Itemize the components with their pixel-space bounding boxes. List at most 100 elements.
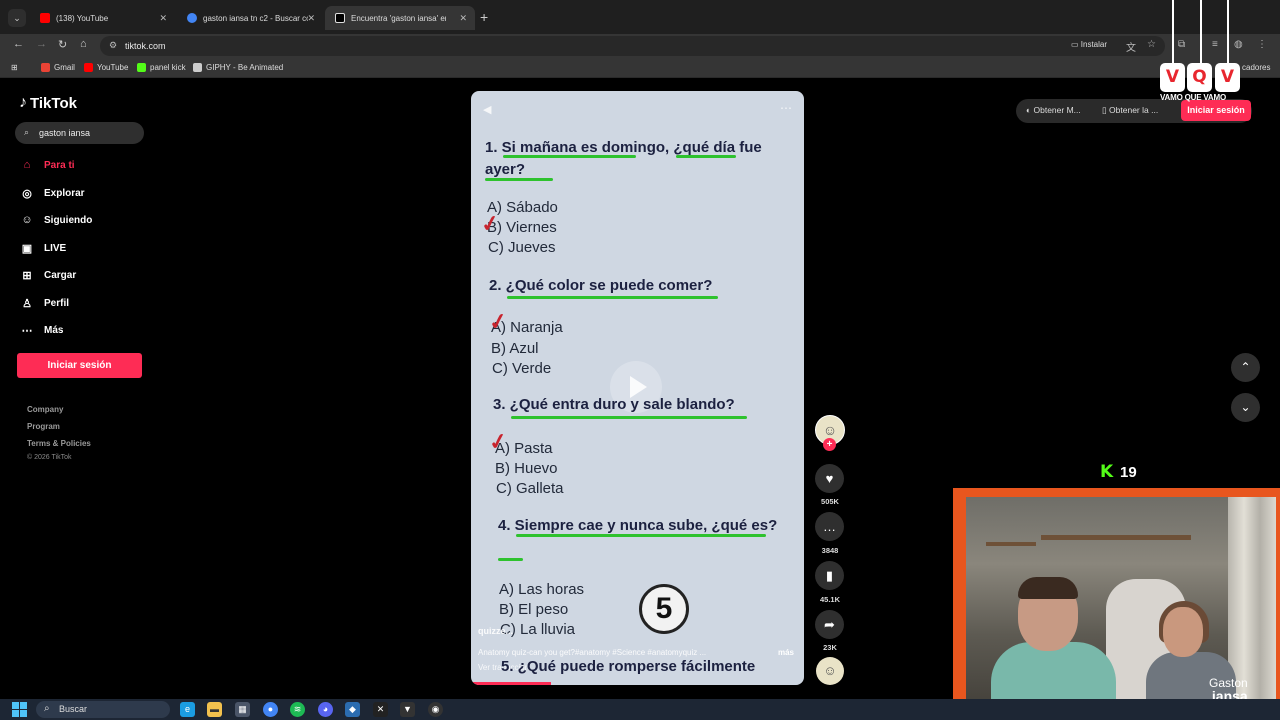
install-button[interactable]: ▭ Instalar bbox=[1071, 40, 1107, 49]
nav-live[interactable]: ▣ LIVE bbox=[20, 240, 66, 256]
checkmark-icon: ✓ bbox=[486, 307, 510, 336]
search-input[interactable]: ⌕ gaston iansa bbox=[15, 122, 144, 144]
quiz-question: 3. ¿Qué entra duro y sale blando? bbox=[493, 396, 735, 413]
nav-siguiendo[interactable]: ☺ Siguiendo bbox=[20, 212, 92, 228]
nav-explorar[interactable]: ◎ Explorar bbox=[20, 185, 84, 201]
video-progress[interactable] bbox=[471, 682, 551, 685]
discord-icon[interactable]: ◕ bbox=[318, 702, 333, 717]
app-icon[interactable]: ◆ bbox=[345, 702, 360, 717]
store-icon[interactable]: ▦ bbox=[235, 702, 250, 717]
like-button[interactable]: ♥ bbox=[815, 464, 844, 493]
footer-terms[interactable]: Terms & Policies bbox=[27, 439, 91, 448]
more-options-icon[interactable]: ⋯ bbox=[780, 101, 792, 115]
nav-para-ti[interactable]: ⌂ Para ti bbox=[20, 157, 75, 173]
share-icon: ➦ bbox=[824, 617, 835, 632]
home-icon: ⌂ bbox=[23, 159, 31, 171]
chrome-icon[interactable]: ● bbox=[263, 702, 278, 717]
comment-icon: … bbox=[823, 519, 836, 534]
tab-google[interactable]: gaston iansa tn c2 - Buscar con ✕ bbox=[177, 6, 323, 30]
copyright: © 2026 TikTok bbox=[27, 454, 72, 461]
save-count: 45.1K bbox=[819, 595, 840, 604]
follow-plus-icon[interactable]: + bbox=[823, 438, 836, 451]
bookmarks-more[interactable]: cadores bbox=[1242, 63, 1270, 72]
more-link[interactable]: más bbox=[778, 648, 794, 657]
live-icon: ▣ bbox=[21, 242, 33, 255]
new-tab-icon[interactable]: + bbox=[480, 9, 488, 25]
video-player[interactable]: ◀ ⋯ 1. Si mañana es domingo, ¿qué día fu… bbox=[471, 91, 804, 685]
nav-perfil[interactable]: ♙ Perfil bbox=[20, 295, 69, 311]
login-button[interactable]: Iniciar sesión bbox=[17, 353, 142, 378]
reload-icon[interactable]: ↻ bbox=[58, 38, 67, 51]
page-icon bbox=[193, 63, 202, 72]
quiz-option: B) El peso bbox=[499, 601, 569, 618]
tab-search-icon[interactable]: ⌄ bbox=[8, 9, 26, 27]
more-icon: ⋯ bbox=[21, 324, 33, 337]
upload-icon: ⊞ bbox=[22, 269, 32, 282]
get-app-button[interactable]: ▯ Obtener la ... bbox=[1102, 105, 1158, 116]
youtube-icon bbox=[40, 13, 50, 23]
star-icon[interactable]: ☆ bbox=[1147, 39, 1156, 50]
nav-cargar[interactable]: ⊞ Cargar bbox=[20, 267, 76, 283]
tiktok-logo[interactable]: ♪ TikTok bbox=[19, 94, 77, 112]
edge-icon[interactable]: e bbox=[180, 702, 195, 717]
tab-youtube[interactable]: (138) YouTube ✕ bbox=[30, 6, 175, 30]
get-coins-button[interactable]: ◐ Obtener M... bbox=[1026, 105, 1081, 115]
tab-tiktok[interactable]: Encuentra 'gaston iansa' en ✕ bbox=[325, 6, 475, 30]
close-icon[interactable]: ✕ bbox=[459, 13, 467, 24]
footer-company[interactable]: Company bbox=[27, 405, 63, 414]
nav-mas[interactable]: ⋯ Más bbox=[20, 322, 64, 338]
heart-icon: ♥ bbox=[825, 471, 834, 486]
gmail-icon bbox=[41, 63, 50, 72]
youtube-icon bbox=[84, 63, 93, 72]
bookmark-gmail[interactable]: Gmail bbox=[41, 63, 75, 72]
folder-icon[interactable]: ▬ bbox=[207, 702, 222, 717]
share-button[interactable]: ➦ bbox=[815, 610, 844, 639]
footer-program[interactable]: Program bbox=[27, 422, 60, 431]
shield-icon[interactable]: ▼ bbox=[400, 702, 415, 717]
following-icon: ☺ bbox=[21, 214, 33, 226]
site-info-icon[interactable]: ⚙ bbox=[109, 40, 117, 51]
video-username[interactable]: quizze... bbox=[478, 626, 513, 636]
bookmark-panel-kick[interactable]: panel kick bbox=[137, 63, 186, 72]
translate-icon[interactable]: 文 bbox=[1126, 39, 1136, 54]
like-count: 505K bbox=[821, 497, 839, 506]
quiz-option: B) Azul bbox=[491, 340, 539, 357]
comment-count: 3848 bbox=[821, 546, 839, 555]
forward-icon[interactable]: → bbox=[36, 38, 47, 50]
close-icon[interactable]: ✕ bbox=[307, 13, 315, 24]
back-icon[interactable]: ← bbox=[13, 38, 24, 50]
next-video-button[interactable]: ⌄ bbox=[1231, 393, 1260, 422]
tiktok-icon: ♪ bbox=[19, 94, 27, 111]
quiz-option: C) Jueves bbox=[488, 239, 556, 256]
share-count: 23K bbox=[823, 643, 837, 652]
tab-title: (138) YouTube bbox=[56, 13, 109, 23]
vqv-letter: V bbox=[1215, 63, 1240, 92]
kebab-menu-icon[interactable]: ⋮ bbox=[1257, 39, 1267, 50]
previous-video-button[interactable]: ⌃ bbox=[1231, 353, 1260, 382]
obs-icon[interactable]: ◉ bbox=[428, 702, 443, 717]
apps-grid-icon[interactable]: ⊞ bbox=[11, 63, 18, 72]
comment-button[interactable]: … bbox=[815, 512, 844, 541]
capcut-icon[interactable]: ✕ bbox=[373, 702, 388, 717]
quiz-option: C) Galleta bbox=[496, 480, 564, 497]
home-icon[interactable]: ⌂ bbox=[80, 38, 87, 50]
chevron-up-icon: ⌃ bbox=[1240, 360, 1251, 374]
vqv-tagline: VAMO QUE VAMO bbox=[1160, 93, 1226, 102]
spotify-icon[interactable]: ≋ bbox=[290, 702, 305, 717]
close-icon[interactable]: ✕ bbox=[159, 13, 167, 24]
tiktok-icon bbox=[335, 13, 345, 23]
bookmark-giphy[interactable]: GIPHY - Be Animated bbox=[193, 63, 283, 72]
windows-start-icon[interactable] bbox=[12, 702, 27, 717]
mute-icon[interactable]: ◀ bbox=[483, 103, 491, 116]
save-button[interactable]: ▮ bbox=[815, 561, 844, 590]
taskbar-search[interactable]: ⌕ Buscar bbox=[36, 701, 170, 718]
browser-tab-bar: ⌄ (138) YouTube ✕ gaston iansa tn c2 - B… bbox=[0, 0, 1280, 34]
viewer-count: 19 bbox=[1120, 464, 1137, 481]
music-disc-icon[interactable]: ☺ bbox=[816, 657, 844, 685]
address-bar[interactable]: ⚙ tiktok.com bbox=[100, 36, 1165, 56]
quiz-question: 1. Si mañana es domingo, ¿qué día fue ay… bbox=[485, 139, 762, 178]
compass-icon: ◎ bbox=[22, 187, 32, 200]
bookmark-youtube[interactable]: YouTube bbox=[84, 63, 128, 72]
tab-title: gaston iansa tn c2 - Buscar con bbox=[203, 13, 308, 23]
bookmark-icon: ▮ bbox=[825, 568, 834, 583]
